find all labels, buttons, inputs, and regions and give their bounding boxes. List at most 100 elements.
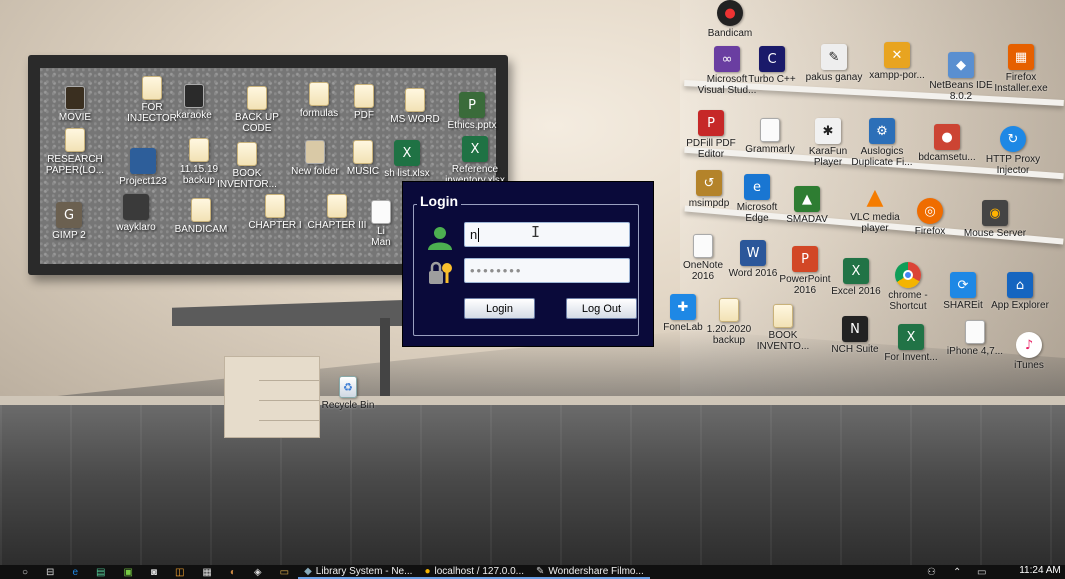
folder-icon <box>405 88 425 112</box>
desktop-icon-ethics-pptx[interactable]: P Ethics.pptx <box>431 92 513 131</box>
folder-icon <box>123 194 149 220</box>
desktop-icon-label: Bandicam <box>707 28 753 39</box>
desktop-icon-book-inventory-2[interactable]: BOOK INVENTO... <box>742 304 824 352</box>
desktop-icon-label: xampp-por... <box>869 70 925 81</box>
desktop-icon-label: Recycle Bin <box>321 400 375 411</box>
taskbar: ○ ⊟ e ▤ ▣ ◙ ◫ ▦ ◐ ◈ ▭ ◆ Library System -… <box>0 565 1065 579</box>
task-view-icon[interactable]: ⊟ <box>37 565 63 579</box>
desktop-icon-mouse-server[interactable]: ◉ Mouse Server <box>954 200 1036 239</box>
username-input[interactable]: n <box>464 222 630 247</box>
desktop-icon-bandicam[interactable]: ● Bandicam <box>689 0 771 39</box>
folder-icon <box>191 198 211 222</box>
desktop-icon-label: CHAPTER I <box>248 220 302 231</box>
taskbar-app-label: localhost / 127.0.0... <box>434 565 525 577</box>
desktop-icon-label: karaoke <box>176 110 212 121</box>
xlsx-file-icon: X <box>462 136 488 162</box>
user-icon <box>428 227 452 250</box>
bandicam-icon: ● <box>717 0 743 26</box>
edge-taskbar-icon[interactable]: e <box>63 565 87 579</box>
onenote-icon <box>693 234 713 258</box>
folder-icon <box>265 194 285 218</box>
desktop-icon-label: GIMP 2 <box>52 230 86 241</box>
desktop-icon-label: wayklaro <box>116 222 156 233</box>
app-taskbar-icon[interactable]: ▣ <box>114 565 141 579</box>
desktop-icon-label: bdcamsetu... <box>918 152 976 163</box>
folder-icon <box>237 142 257 166</box>
calculator-taskbar-icon[interactable]: ▦ <box>193 565 220 579</box>
desktop-icon-label: App Explorer <box>991 300 1049 311</box>
itunes-icon: ♪ <box>1016 332 1042 358</box>
shortcut-icon: ✎ <box>821 44 847 70</box>
folder-icon <box>184 84 204 108</box>
desktop-icon-bandicam-folder[interactable]: BANDICAM <box>160 198 242 235</box>
bag-taskbar-icon[interactable]: ◫ <box>166 565 193 579</box>
clock-time[interactable]: 11:24 AM <box>1016 565 1064 576</box>
desktop-icon-label: Mouse Server <box>963 228 1027 239</box>
taskbar-app-localhost[interactable]: ● localhost / 127.0.0... <box>418 565 531 579</box>
iphone-icon <box>965 320 985 344</box>
desktop-icon-app-explorer[interactable]: ⌂ App Explorer <box>979 272 1061 311</box>
gimp-icon: G <box>56 202 82 228</box>
login-button[interactable]: Login <box>464 298 535 319</box>
smadav-icon: ▲ <box>794 186 820 212</box>
chevron-up-icon[interactable]: ⌃ <box>944 565 970 579</box>
desktop-icon-label: MOVIE <box>58 112 92 123</box>
excel-icon: X <box>843 258 869 284</box>
file-explorer-taskbar-icon[interactable]: ▭ <box>271 565 298 579</box>
desktop-icon-library-manager[interactable]: Li Man <box>359 200 403 248</box>
xlsx-file-icon: X <box>394 140 420 166</box>
turbo-cpp-icon: C <box>759 46 785 72</box>
tool-taskbar-icon[interactable]: ◐ <box>221 565 245 579</box>
firefox-icon: ◎ <box>917 198 943 224</box>
search-icon[interactable]: ○ <box>0 565 37 579</box>
drawer-cabinet <box>224 356 320 438</box>
desktop-icon-recycle-bin[interactable]: ♻ Recycle Bin <box>307 376 389 411</box>
karafun-icon: ✱ <box>815 118 841 144</box>
desktop-icon-label: RESEARCH PAPER(LO... <box>45 154 105 176</box>
desktop-icon-label: BACK UP CODE <box>235 112 279 134</box>
username-value: n <box>470 227 478 242</box>
folder-icon <box>327 194 347 218</box>
desktop-icon-reference-inventory[interactable]: X Reference inventory.xlsx <box>434 136 516 186</box>
desktop-icon-label: BOOK INVENTO... <box>756 330 810 352</box>
store-taskbar-icon[interactable]: ▤ <box>87 565 114 579</box>
shareit-icon: ⟳ <box>950 272 976 298</box>
network-icon[interactable]: ▭ <box>968 565 995 579</box>
folder-icon <box>130 148 156 174</box>
desktop-icon-label: Firefox <box>914 226 946 237</box>
folder-icon <box>354 84 374 108</box>
desktop-icon-firefox-installer[interactable]: ▦ Firefox Installer.exe <box>980 44 1062 94</box>
lock-key-icon <box>429 261 452 284</box>
bandicam-setup-icon: ● <box>934 124 960 150</box>
desktop-icon-label: SHAREit <box>943 300 983 311</box>
desktop-icon-http-proxy-injector[interactable]: ↻ HTTP Proxy Injector <box>972 126 1054 176</box>
file-icon <box>371 200 391 224</box>
java-app-icon: ◆ <box>304 565 312 577</box>
desktop-icon-label: SMADAV <box>786 214 828 225</box>
media-taskbar-icon[interactable]: ◈ <box>245 565 271 579</box>
taskbar-app-filmora[interactable]: ✎ Wondershare Filmo... <box>530 565 650 579</box>
logout-button[interactable]: Log Out <box>566 298 637 319</box>
text-caret <box>478 227 480 242</box>
desktop-icon-label: PDF <box>354 110 374 121</box>
password-input[interactable]: •••••••• <box>464 258 630 283</box>
desktop-icon-itunes[interactable]: ♪ iTunes <box>993 332 1065 371</box>
person-tray-icon[interactable]: ⚇ <box>918 565 945 579</box>
http-proxy-icon: ↻ <box>1000 126 1026 152</box>
desktop-icon-movie[interactable]: MOVIE <box>34 86 116 123</box>
netbeans-icon: ◆ <box>948 52 974 78</box>
filmora-icon: ✎ <box>536 565 545 577</box>
folder-icon <box>247 86 267 110</box>
auslogics-icon: ⚙ <box>869 118 895 144</box>
desktop-icon-label: Auslogics Duplicate Fi... <box>851 146 913 168</box>
desktop-icon-label: HTTP Proxy Injector <box>985 154 1041 176</box>
word-icon: W <box>740 240 766 266</box>
desktop-icon-label: Firefox Installer.exe <box>994 72 1048 94</box>
desktop-icon-label: Li Man <box>371 226 391 248</box>
taskbar-app-library-system[interactable]: ◆ Library System - Ne... <box>298 565 419 579</box>
password-mask: •••••••• <box>470 263 523 278</box>
camera-taskbar-icon[interactable]: ◙ <box>142 565 166 579</box>
login-title: Login <box>417 193 462 209</box>
pptx-file-icon: P <box>459 92 485 118</box>
chrome-icon: ● <box>424 565 431 577</box>
